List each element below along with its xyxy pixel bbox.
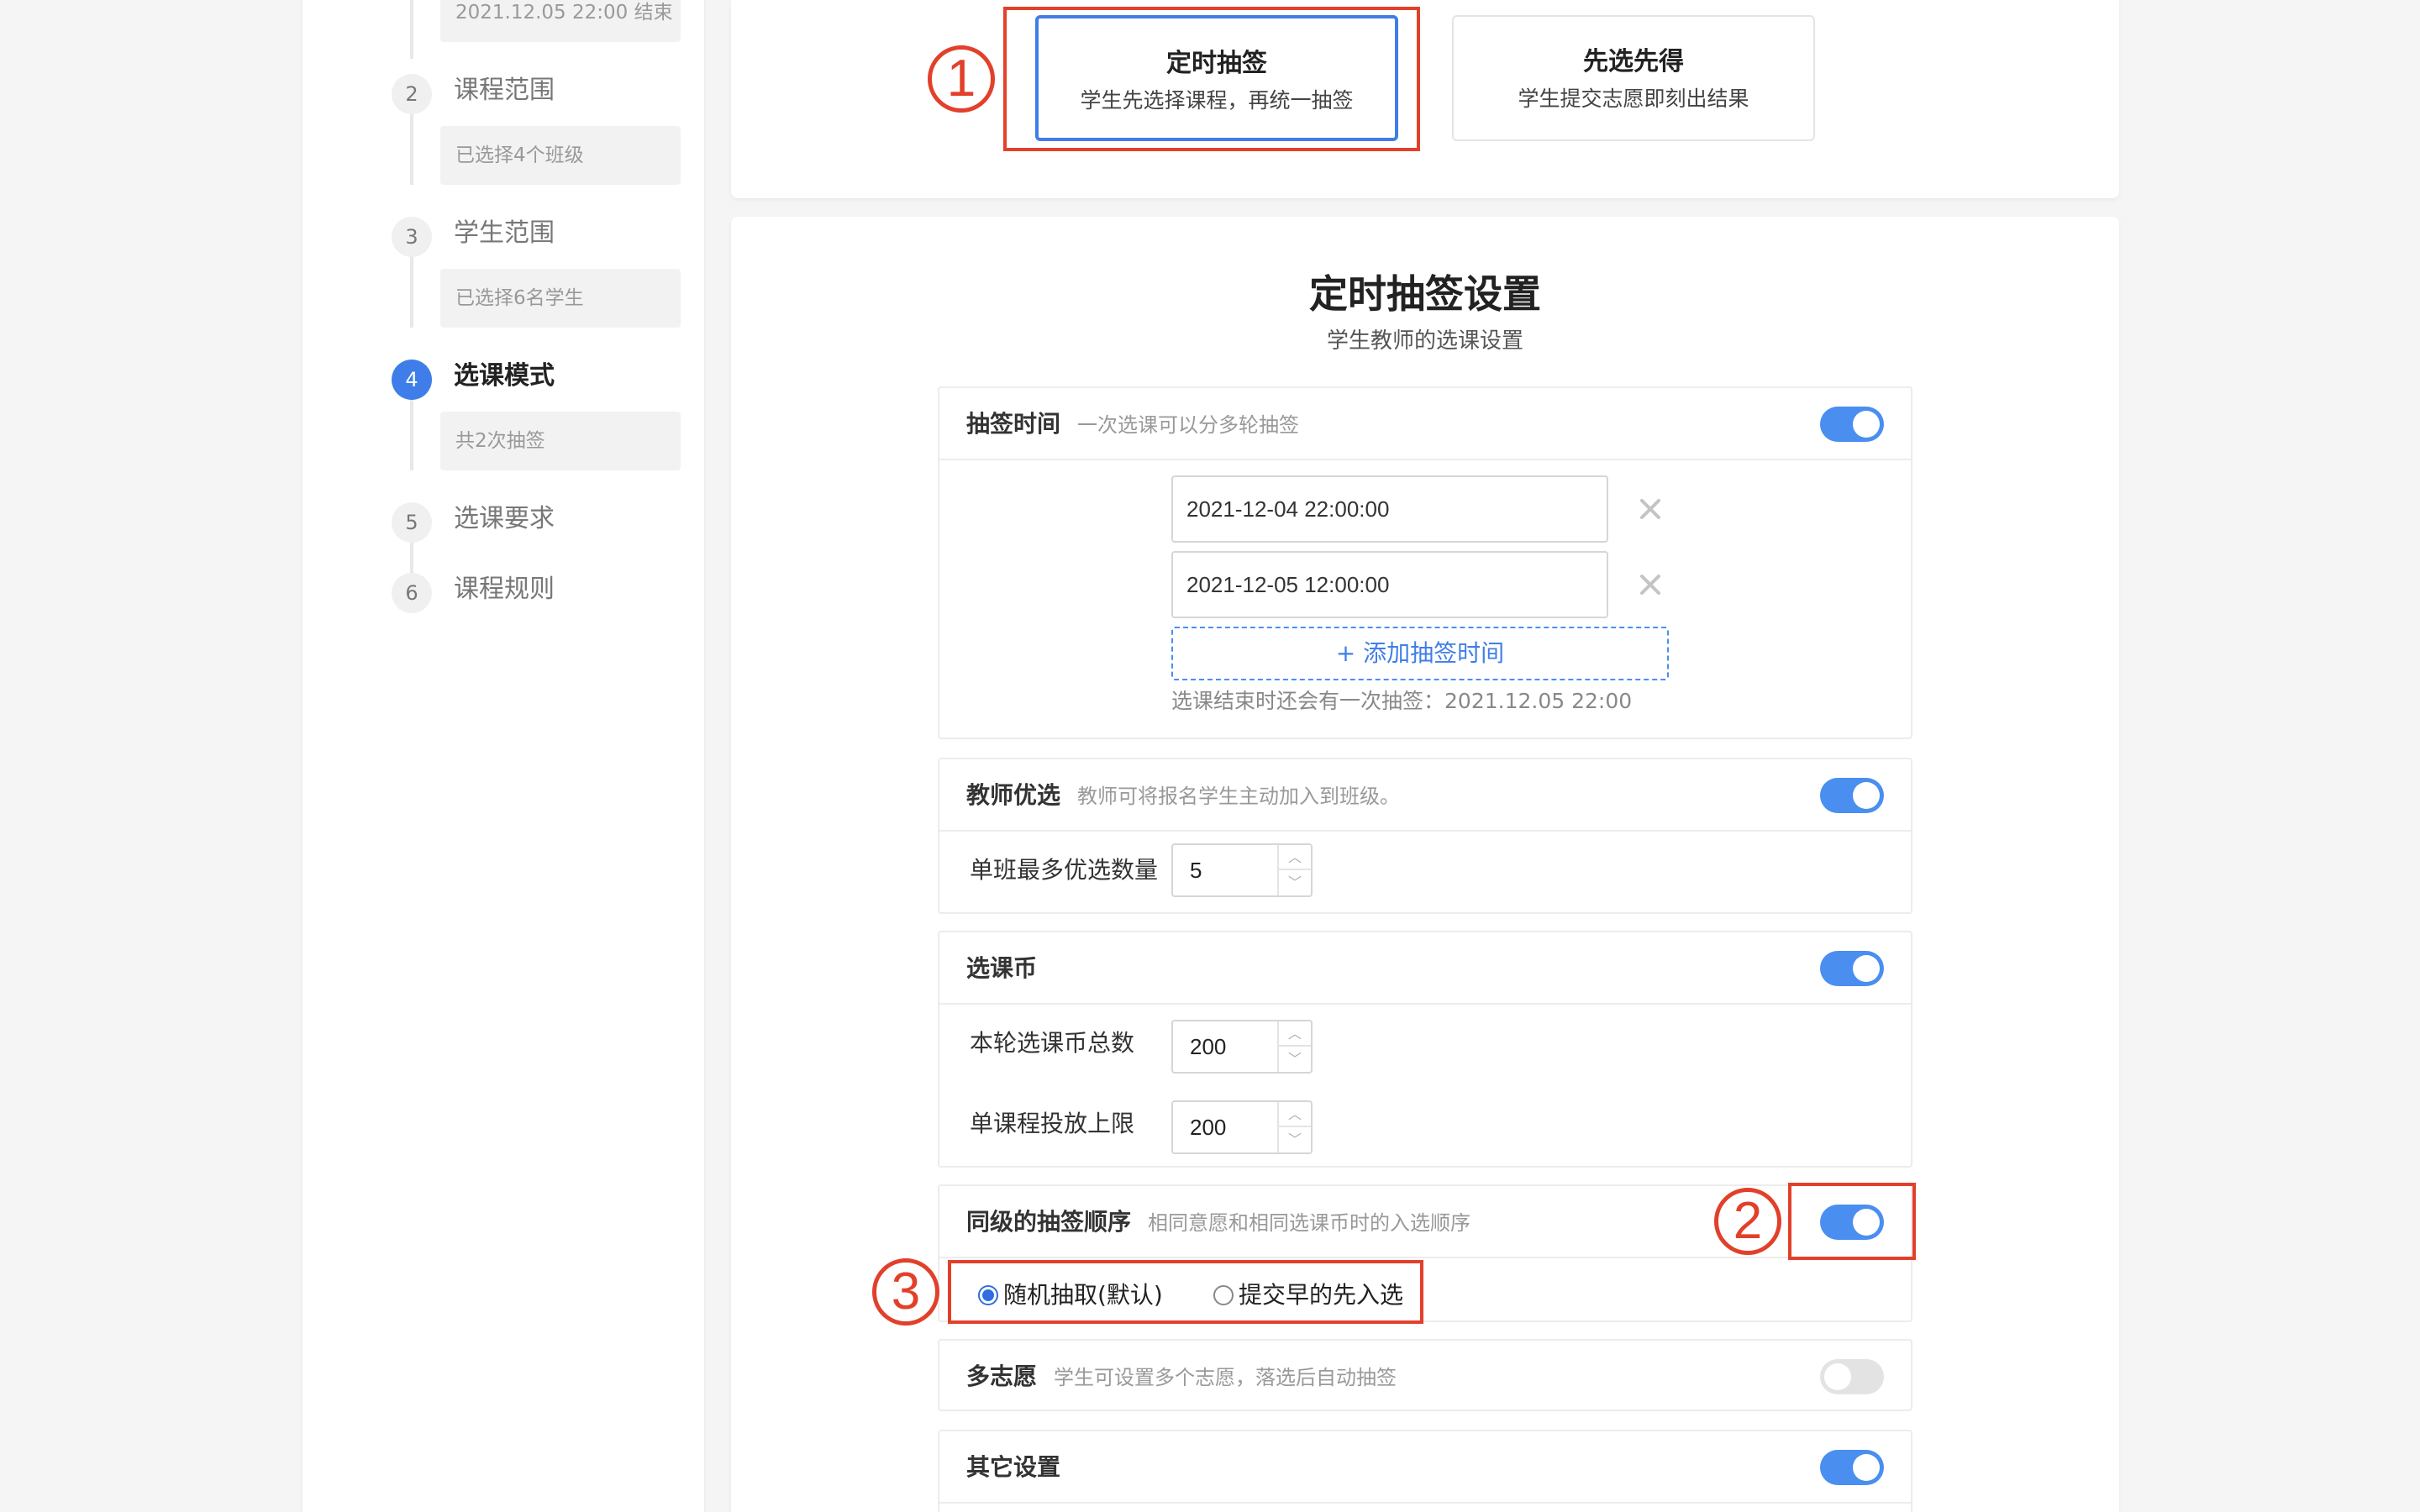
- draw-time-input-1[interactable]: 2021-12-04 22:00:00: [1171, 475, 1608, 543]
- settings-subtitle: 学生教师的选课设置: [1326, 328, 1523, 354]
- draw-time-card: 抽签时间 一次选课可以分多轮抽签 2021-12-04 22:00:00 2021…: [938, 386, 1912, 739]
- step-3-desc: 已选择6名学生: [440, 269, 681, 328]
- teacher-pick-card: 教师优选 教师可将报名学生主动加入到班级。 单班最多优选数量 5 ︿ ﹀: [938, 758, 1912, 914]
- card-title: 教师优选 教师可将报名学生主动加入到班级。: [966, 759, 1400, 832]
- stepper-buttons: ︿ ﹀: [1277, 845, 1311, 895]
- coins-card: 选课币 本轮选课币总数 200 ︿ ﹀ 单课程投放上限 200 ︿ ﹀: [938, 931, 1912, 1168]
- max-pick-stepper[interactable]: 5 ︿ ﹀: [1171, 843, 1313, 897]
- other-settings-toggle[interactable]: [1820, 1450, 1884, 1485]
- draw-time-toggle[interactable]: [1820, 407, 1884, 442]
- step-6-title[interactable]: 课程规则: [454, 573, 555, 606]
- stepper-buttons: ︿ ﹀: [1277, 1021, 1311, 1072]
- step-connector: [410, 255, 413, 328]
- step-6-number[interactable]: 6: [392, 573, 432, 613]
- close-icon[interactable]: [1637, 571, 1664, 598]
- step-4-number[interactable]: 4: [392, 360, 432, 400]
- step-3-number[interactable]: 3: [392, 217, 432, 257]
- coins-toggle[interactable]: [1820, 951, 1884, 986]
- mode-card-first-come[interactable]: 先选先得 学生提交志愿即刻出结果: [1452, 15, 1815, 141]
- card-title: 抽签时间 一次选课可以分多轮抽签: [966, 388, 1299, 461]
- step-3-title[interactable]: 学生范围: [454, 217, 555, 250]
- card-hint: 相同意愿和相同选课币时的入选顺序: [1148, 1211, 1471, 1235]
- mode-card-title: 先选先得: [1583, 47, 1684, 76]
- annotation-number-3: 3: [872, 1258, 939, 1326]
- stepper-value[interactable]: 200: [1190, 1102, 1226, 1152]
- chevron-down-icon[interactable]: ﹀: [1279, 870, 1311, 895]
- step-1-desc: 2021.12.05 22:00 结束: [440, 0, 681, 42]
- plus-icon: +: [1335, 639, 1364, 667]
- step-connector: [410, 113, 413, 185]
- chevron-down-icon[interactable]: ﹀: [1279, 1127, 1311, 1152]
- card-title-text: 教师优选: [966, 781, 1061, 809]
- stepper-value[interactable]: 200: [1190, 1021, 1226, 1072]
- card-title-text: 多志愿: [966, 1362, 1038, 1390]
- card-header: 选课币: [939, 932, 1911, 1005]
- max-pick-label: 单班最多优选数量: [970, 856, 1159, 884]
- annotation-number-2: 2: [1714, 1188, 1781, 1255]
- chevron-down-icon[interactable]: ﹀: [1279, 1047, 1311, 1072]
- card-hint: 学生可设置多个志愿，落选后自动抽签: [1054, 1366, 1397, 1389]
- coins-total-stepper[interactable]: 200 ︿ ﹀: [1171, 1020, 1313, 1074]
- settings-title: 定时抽签设置: [1309, 271, 1541, 317]
- annotation-box-3: [948, 1260, 1423, 1324]
- step-2-title[interactable]: 课程范围: [454, 74, 555, 108]
- other-settings-card: 其它设置: [938, 1430, 1912, 1512]
- close-icon[interactable]: [1637, 496, 1664, 522]
- card-header: 抽签时间 一次选课可以分多轮抽签: [939, 388, 1911, 460]
- card-header: 多志愿 学生可设置多个志愿，落选后自动抽签: [939, 1341, 1911, 1413]
- step-5-title[interactable]: 选课要求: [454, 502, 555, 536]
- draw-end-note: 选课结束时还会有一次抽签：2021.12.05 22:00: [1171, 689, 1633, 713]
- mode-card-subtitle: 学生提交志愿即刻出结果: [1518, 87, 1749, 111]
- stepper-buttons: ︿ ﹀: [1277, 1102, 1311, 1152]
- card-hint: 教师可将报名学生主动加入到班级。: [1077, 785, 1401, 808]
- coins-cap-stepper[interactable]: 200 ︿ ﹀: [1171, 1100, 1313, 1154]
- card-title-text: 同级的抽签顺序: [966, 1208, 1132, 1236]
- card-title: 同级的抽签顺序 相同意愿和相同选课币时的入选顺序: [966, 1186, 1470, 1259]
- annotation-box-2: [1788, 1183, 1916, 1260]
- card-title: 其它设置: [966, 1453, 1061, 1481]
- step-4-title[interactable]: 选课模式: [454, 360, 555, 393]
- multi-wish-toggle[interactable]: [1820, 1359, 1884, 1394]
- chevron-up-icon[interactable]: ︿: [1279, 845, 1311, 870]
- card-header: 其它设置: [939, 1431, 1911, 1504]
- chevron-up-icon[interactable]: ︿: [1279, 1021, 1311, 1047]
- coins-total-label: 本轮选课币总数: [970, 1029, 1135, 1057]
- stepper-value[interactable]: 5: [1190, 845, 1202, 895]
- step-connector: [410, 0, 413, 59]
- draw-time-input-2[interactable]: 2021-12-05 12:00:00: [1171, 551, 1608, 618]
- annotation-number-1: 1: [928, 45, 995, 113]
- step-connector: [410, 398, 413, 470]
- chevron-up-icon[interactable]: ︿: [1279, 1102, 1311, 1127]
- card-title: 多志愿 学生可设置多个志愿，落选后自动抽签: [966, 1341, 1397, 1414]
- step-5-number[interactable]: 5: [392, 502, 432, 543]
- coins-cap-label: 单课程投放上限: [970, 1110, 1135, 1137]
- card-title: 选课币: [966, 954, 1038, 982]
- settings-panel: 定时抽签设置 学生教师的选课设置 抽签时间 一次选课可以分多轮抽签 2021-12…: [731, 217, 2119, 1512]
- step-2-number[interactable]: 2: [392, 74, 432, 114]
- multi-wish-card: 多志愿 学生可设置多个志愿，落选后自动抽签: [938, 1339, 1912, 1411]
- card-title-text: 抽签时间: [966, 410, 1061, 438]
- card-header: 教师优选 教师可将报名学生主动加入到班级。: [939, 759, 1911, 832]
- add-draw-time-button[interactable]: + 添加抽签时间: [1171, 627, 1669, 680]
- teacher-pick-toggle[interactable]: [1820, 778, 1884, 813]
- add-draw-time-label: 添加抽签时间: [1363, 639, 1505, 667]
- card-hint: 一次选课可以分多轮抽签: [1077, 413, 1300, 437]
- step-4-desc: 共2次抽签: [440, 412, 681, 470]
- step-sidebar: 2021.12.05 22:00 结束 2 课程范围 已选择4个班级 3 学生范…: [301, 0, 706, 1512]
- step-connector: [410, 541, 413, 575]
- annotation-box-1: [1003, 7, 1420, 151]
- step-2-desc: 已选择4个班级: [440, 126, 681, 185]
